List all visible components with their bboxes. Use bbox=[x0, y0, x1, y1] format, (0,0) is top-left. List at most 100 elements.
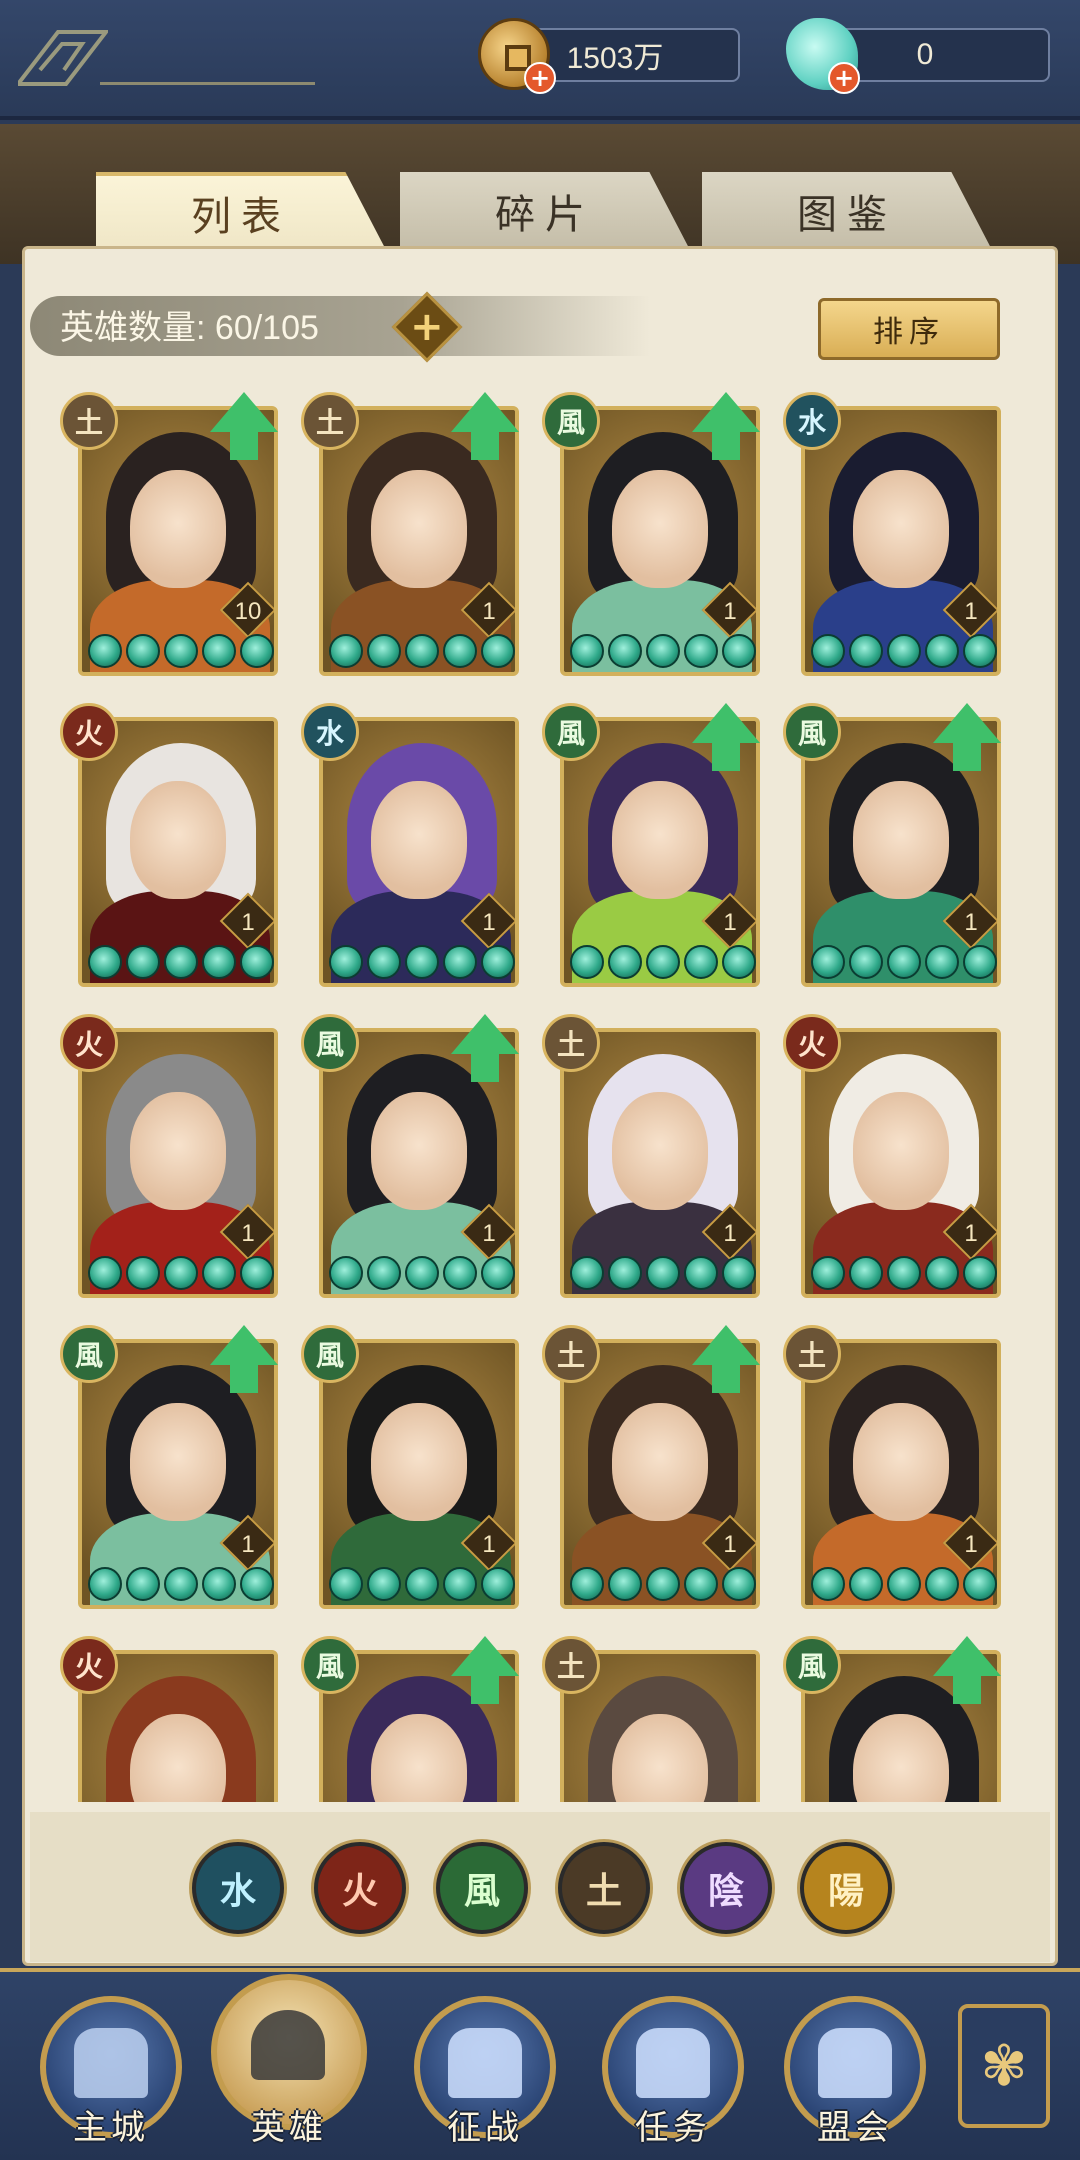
hero-level: 1 bbox=[723, 909, 737, 936]
star-jades bbox=[329, 1256, 515, 1290]
hero-card[interactable]: 1風 bbox=[542, 392, 760, 676]
hero-card[interactable]: 1火 bbox=[783, 1014, 1001, 1298]
jade-star-icon bbox=[405, 634, 439, 668]
hero-level: 1 bbox=[964, 909, 978, 936]
hero-portrait-frame: 1 bbox=[319, 1339, 519, 1609]
hero-level: 1 bbox=[482, 1220, 496, 1247]
jade-star-icon bbox=[887, 945, 921, 979]
element-wind-icon: 風 bbox=[783, 1636, 841, 1694]
jade-star-icon bbox=[684, 1567, 718, 1601]
star-jades bbox=[88, 1256, 274, 1290]
hero-card[interactable]: 風 bbox=[783, 1636, 1001, 1802]
hero-card[interactable]: 1土 bbox=[542, 1014, 760, 1298]
filter-wind-button[interactable]: 風 bbox=[436, 1842, 528, 1934]
hero-face bbox=[130, 1092, 226, 1210]
jade-star-icon bbox=[164, 945, 198, 979]
flower-knot-icon[interactable]: ✾ bbox=[958, 2004, 1050, 2128]
nav-label: 征战 bbox=[447, 2108, 523, 2148]
filter-yin-button[interactable]: 陰 bbox=[680, 1842, 772, 1934]
hero-card[interactable]: 1水 bbox=[783, 392, 1001, 676]
jade-star-icon bbox=[240, 634, 274, 668]
jade-star-icon bbox=[684, 634, 718, 668]
add-jade-button[interactable]: + bbox=[828, 62, 860, 94]
sort-button[interactable]: 排序 bbox=[818, 298, 1000, 360]
hero-card[interactable]: 風 bbox=[301, 1636, 519, 1802]
hero-portrait-frame: 1 bbox=[78, 717, 278, 987]
filter-water-button[interactable]: 水 bbox=[192, 1842, 284, 1934]
tab-codex[interactable]: 图鉴 bbox=[702, 172, 992, 250]
hero-card[interactable]: 土 bbox=[542, 1636, 760, 1802]
jade-star-icon bbox=[608, 1256, 642, 1290]
hero-level: 1 bbox=[964, 1531, 978, 1558]
jade-star-icon bbox=[126, 634, 160, 668]
hero-portrait-frame: 1 bbox=[78, 1028, 278, 1298]
jade-star-icon bbox=[88, 945, 122, 979]
jade-star-icon bbox=[367, 1256, 401, 1290]
hero-card[interactable]: 1風 bbox=[301, 1014, 519, 1298]
tab-fragments[interactable]: 碎片 bbox=[400, 172, 690, 250]
hero-face bbox=[853, 1403, 949, 1521]
star-jades bbox=[329, 1567, 515, 1601]
filter-earth-button[interactable]: 土 bbox=[558, 1842, 650, 1934]
jade-star-icon bbox=[88, 1256, 122, 1290]
jade-star-icon bbox=[963, 1256, 997, 1290]
hero-portrait-frame: 1 bbox=[560, 1028, 760, 1298]
jade-value: 0 bbox=[916, 38, 934, 71]
star-jades bbox=[570, 1567, 756, 1601]
upgrade-arrow-icon bbox=[692, 392, 760, 462]
hero-level: 1 bbox=[482, 909, 496, 936]
element-wind-icon: 風 bbox=[301, 1325, 359, 1383]
hero-card[interactable]: 10 土 bbox=[60, 392, 278, 676]
element-wind-icon: 風 bbox=[783, 703, 841, 761]
element-fire-icon: 火 bbox=[60, 1636, 118, 1694]
jade-star-icon bbox=[811, 945, 845, 979]
jade-star-icon bbox=[887, 1256, 921, 1290]
battle-icon bbox=[448, 2028, 522, 2098]
tab-codex-label: 图鉴 bbox=[797, 192, 897, 238]
star-jades bbox=[570, 1256, 756, 1290]
hero-card[interactable]: 1火 bbox=[60, 703, 278, 987]
element-fire-icon: 火 bbox=[783, 1014, 841, 1072]
hero-card[interactable]: 1風 bbox=[301, 1325, 519, 1609]
jade-star-icon bbox=[570, 634, 604, 668]
filter-fire-button[interactable]: 火 bbox=[314, 1842, 406, 1934]
tab-list[interactable]: 列表 bbox=[96, 172, 386, 250]
hero-face bbox=[612, 1403, 708, 1521]
add-coins-button[interactable]: + bbox=[524, 62, 556, 94]
city-gate-icon bbox=[74, 2028, 148, 2098]
jade-star-icon bbox=[925, 945, 959, 979]
menu-icon[interactable] bbox=[18, 30, 108, 86]
hero-card[interactable]: 1土 bbox=[783, 1325, 1001, 1609]
jade-star-icon bbox=[443, 945, 477, 979]
plus-icon: + bbox=[410, 303, 444, 350]
filter-yang-button[interactable]: 陽 bbox=[800, 1842, 892, 1934]
jade-star-icon bbox=[570, 1256, 604, 1290]
element-wind-icon: 風 bbox=[542, 703, 600, 761]
hero-portrait-icon bbox=[251, 2010, 325, 2080]
hero-card[interactable]: 1土 bbox=[542, 1325, 760, 1609]
nav-label: 任务 bbox=[635, 2108, 711, 2148]
hero-card[interactable]: 1風 bbox=[783, 703, 1001, 987]
upgrade-arrow-icon bbox=[451, 1014, 519, 1084]
hero-level: 10 bbox=[234, 598, 262, 625]
hero-card[interactable]: 1火 bbox=[60, 1014, 278, 1298]
hero-portrait-frame: 1 bbox=[801, 406, 1001, 676]
jade-star-icon bbox=[481, 1567, 515, 1601]
element-wind-icon: 風 bbox=[301, 1636, 359, 1694]
hero-card[interactable]: 1風 bbox=[60, 1325, 278, 1609]
element-wind-icon: 風 bbox=[60, 1325, 118, 1383]
hero-card[interactable]: 火 bbox=[60, 1636, 278, 1802]
hero-face bbox=[612, 1092, 708, 1210]
jade-star-icon bbox=[684, 945, 718, 979]
jade-star-icon bbox=[88, 634, 122, 668]
hero-card[interactable]: 1水 bbox=[301, 703, 519, 987]
jade-star-icon bbox=[405, 1567, 439, 1601]
upgrade-arrow-icon bbox=[933, 703, 1001, 773]
hero-card[interactable]: 1風 bbox=[542, 703, 760, 987]
star-jades bbox=[811, 1567, 997, 1601]
hero-card[interactable]: 1土 bbox=[301, 392, 519, 676]
jade-star-icon bbox=[481, 945, 515, 979]
element-earth-icon: 土 bbox=[542, 1325, 600, 1383]
hero-level: 1 bbox=[241, 1220, 255, 1247]
hero-portrait-frame: 1 bbox=[319, 717, 519, 987]
